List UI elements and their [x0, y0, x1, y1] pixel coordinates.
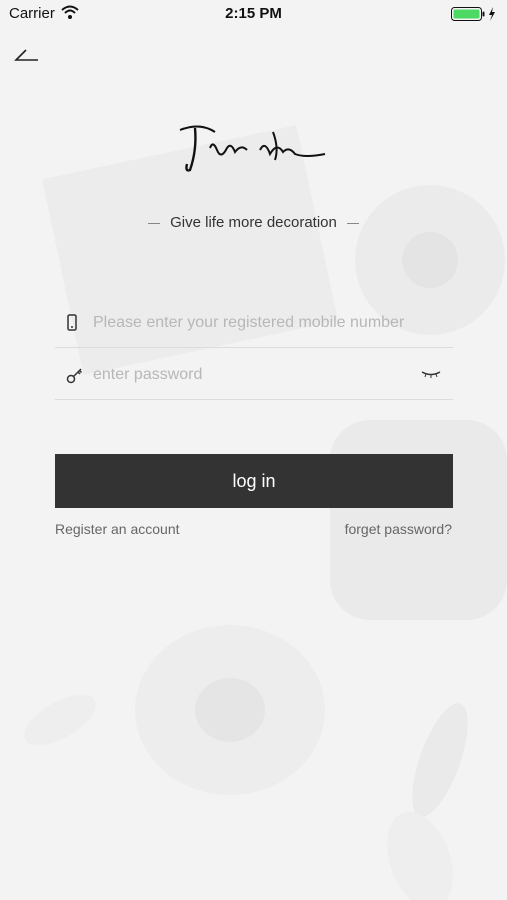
status-time: 2:15 PM: [225, 5, 282, 22]
brand-logo: [179, 125, 326, 172]
eye-closed-icon[interactable]: [421, 370, 441, 378]
status-bar: Carrier 2:15 PM: [0, 0, 507, 28]
register-link[interactable]: Register an account: [55, 521, 180, 537]
forgot-password-link[interactable]: forget password?: [345, 521, 452, 537]
tagline-text: Give life more decoration: [170, 214, 337, 231]
password-input[interactable]: [93, 364, 408, 386]
back-arrow-icon[interactable]: [14, 44, 40, 66]
battery-icon: [451, 7, 495, 21]
tagline-dash-left: [148, 222, 161, 224]
tagline-dash-right: [346, 222, 359, 224]
key-icon: [66, 368, 83, 384]
phone-input[interactable]: [93, 312, 438, 334]
charging-icon: [489, 7, 495, 21]
password-field: [55, 353, 453, 400]
tagline: Give life more decoration: [0, 214, 507, 231]
phone-icon: [67, 314, 77, 331]
phone-field: [55, 301, 453, 348]
login-button[interactable]: log in: [55, 454, 453, 508]
